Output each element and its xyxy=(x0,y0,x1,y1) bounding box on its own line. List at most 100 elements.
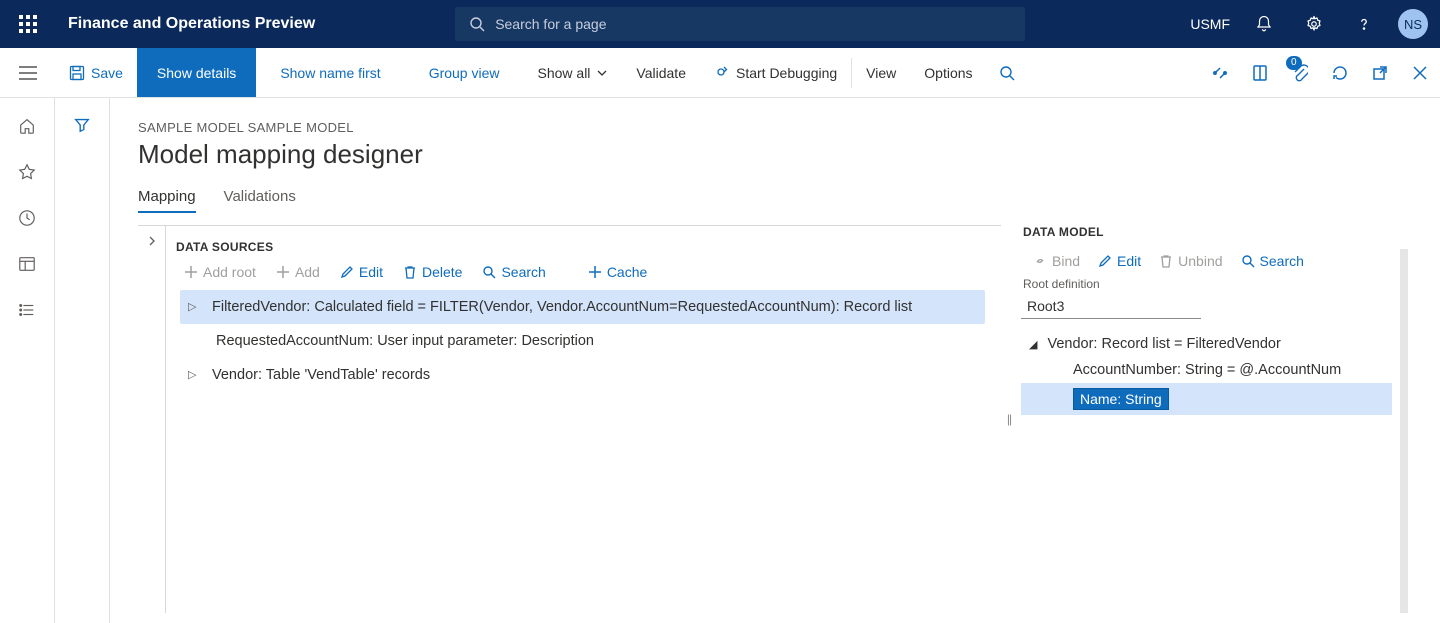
popout-icon xyxy=(1372,65,1388,81)
app-launcher[interactable] xyxy=(12,8,44,40)
workspaces-nav[interactable] xyxy=(17,254,37,274)
filter-icon xyxy=(73,116,91,134)
breadcrumb: SAMPLE MODEL SAMPLE MODEL xyxy=(138,120,1412,135)
plus-icon xyxy=(588,265,602,279)
dm-row-name[interactable]: Name: String xyxy=(1021,383,1392,415)
root-definition-label: Root definition xyxy=(1021,277,1392,291)
edit-button[interactable]: Edit xyxy=(340,264,383,280)
home-nav[interactable] xyxy=(17,116,37,136)
ds-row-filteredvendor[interactable]: ▷ FilteredVendor: Calculated field = FIL… xyxy=(180,290,985,324)
ds-row-requestedaccountnum[interactable]: RequestedAccountNum: User input paramete… xyxy=(180,324,985,358)
nav-toggle[interactable] xyxy=(0,48,55,97)
data-model-tree: ◢ Vendor: Record list = FilteredVendor A… xyxy=(1021,331,1392,415)
recent-nav[interactable] xyxy=(17,208,37,228)
tabs: Mapping Validations xyxy=(138,188,1412,213)
plus-icon xyxy=(276,265,290,279)
gear-icon xyxy=(1305,15,1323,33)
edit-icon xyxy=(340,265,354,279)
plus-icon xyxy=(184,265,198,279)
attachments-badge: 0 xyxy=(1286,56,1302,70)
save-button[interactable]: Save xyxy=(55,48,137,97)
add-button[interactable]: Add xyxy=(276,264,320,280)
content: SAMPLE MODEL SAMPLE MODEL Model mapping … xyxy=(110,98,1440,623)
search-button[interactable]: Search xyxy=(482,264,545,280)
filter-button[interactable] xyxy=(73,116,91,623)
data-model-heading: DATA MODEL xyxy=(1021,225,1408,239)
data-sources-toolbar: Add root Add Edit Delete xyxy=(176,264,985,280)
help-icon xyxy=(1355,15,1373,33)
company-selector[interactable]: USMF xyxy=(1190,16,1230,32)
expand-icon[interactable]: ▷ xyxy=(188,364,198,386)
show-all-dropdown[interactable]: Show all xyxy=(524,48,623,97)
dm-row-accountnumber[interactable]: AccountNumber: String = @.AccountNum xyxy=(1021,357,1392,383)
trash-icon xyxy=(1159,254,1173,268)
user-avatar[interactable]: NS xyxy=(1398,9,1428,39)
show-name-first-button[interactable]: Show name first xyxy=(256,48,404,97)
bind-button[interactable]: Bind xyxy=(1033,253,1080,269)
search-icon xyxy=(1241,254,1255,268)
office-addin-button[interactable] xyxy=(1240,48,1280,97)
popout-button[interactable] xyxy=(1360,48,1400,97)
expand-icon[interactable]: ▷ xyxy=(188,296,198,318)
attachments-button[interactable]: 0 xyxy=(1280,48,1320,97)
workspace-icon xyxy=(18,255,36,273)
dm-edit-button[interactable]: Edit xyxy=(1098,253,1141,269)
tab-mapping[interactable]: Mapping xyxy=(138,188,196,213)
workspace: DATA SOURCES Add root Add Edit xyxy=(138,225,1412,613)
dm-row-vendor[interactable]: ◢ Vendor: Record list = FilteredVendor xyxy=(1021,331,1392,357)
close-button[interactable] xyxy=(1400,48,1440,97)
search-icon xyxy=(482,265,496,279)
chevron-down-icon xyxy=(596,67,608,79)
data-sources-heading: DATA SOURCES xyxy=(176,240,985,254)
notifications-button[interactable] xyxy=(1248,8,1280,40)
page-title: Model mapping designer xyxy=(138,139,1412,170)
chevron-right-icon xyxy=(147,236,157,246)
find-button[interactable] xyxy=(987,48,1027,97)
start-debugging-button[interactable]: Start Debugging xyxy=(700,48,851,97)
refresh-button[interactable] xyxy=(1320,48,1360,97)
help-button[interactable] xyxy=(1348,8,1380,40)
tab-validations[interactable]: Validations xyxy=(224,188,296,213)
app-title: Finance and Operations Preview xyxy=(68,15,315,33)
office-icon xyxy=(1252,64,1268,82)
dm-name-selected: Name: String xyxy=(1073,388,1169,410)
plug-icon xyxy=(1211,64,1229,82)
command-bar: Save Show details Show name first Group … xyxy=(0,48,1440,98)
group-view-button[interactable]: Group view xyxy=(405,48,524,97)
validate-button[interactable]: Validate xyxy=(622,48,700,97)
close-icon xyxy=(1413,66,1427,80)
root-definition-field[interactable]: Root3 xyxy=(1021,294,1201,319)
connector-button[interactable] xyxy=(1200,48,1240,97)
settings-button[interactable] xyxy=(1298,8,1330,40)
clock-icon xyxy=(18,209,36,227)
top-nav: Finance and Operations Preview USMF NS xyxy=(0,0,1440,48)
home-icon xyxy=(18,117,36,135)
unbind-button[interactable]: Unbind xyxy=(1159,253,1222,269)
collapse-icon[interactable]: ◢ xyxy=(1029,338,1037,351)
ds-row-vendor[interactable]: ▷ Vendor: Table 'VendTable' records xyxy=(180,358,985,392)
collapse-left-panel[interactable] xyxy=(138,225,166,613)
list-icon xyxy=(18,301,36,319)
cache-button[interactable]: Cache xyxy=(588,264,647,280)
view-menu[interactable]: View xyxy=(852,48,910,97)
splitter[interactable]: || xyxy=(1001,225,1017,613)
bell-icon xyxy=(1255,15,1273,33)
filter-pane xyxy=(55,98,110,623)
show-details-button[interactable]: Show details xyxy=(137,48,256,97)
debug-icon xyxy=(714,65,730,81)
options-menu[interactable]: Options xyxy=(910,48,986,97)
data-model-toolbar: Bind Edit Unbind Search xyxy=(1021,249,1392,277)
left-rail xyxy=(0,98,55,623)
modules-nav[interactable] xyxy=(17,300,37,320)
main-area: SAMPLE MODEL SAMPLE MODEL Model mapping … xyxy=(0,98,1440,623)
delete-button[interactable]: Delete xyxy=(403,264,462,280)
add-root-button[interactable]: Add root xyxy=(184,264,256,280)
global-search[interactable] xyxy=(455,7,1025,41)
favorites-nav[interactable] xyxy=(17,162,37,182)
global-search-input[interactable] xyxy=(495,16,1011,32)
data-sources-tree: ▷ FilteredVendor: Calculated field = FIL… xyxy=(176,290,985,392)
dm-search-button[interactable]: Search xyxy=(1241,253,1304,269)
edit-icon xyxy=(1098,254,1112,268)
data-model-panel: DATA MODEL Bind Edit Unbind xyxy=(1017,225,1412,613)
refresh-icon xyxy=(1331,64,1349,82)
